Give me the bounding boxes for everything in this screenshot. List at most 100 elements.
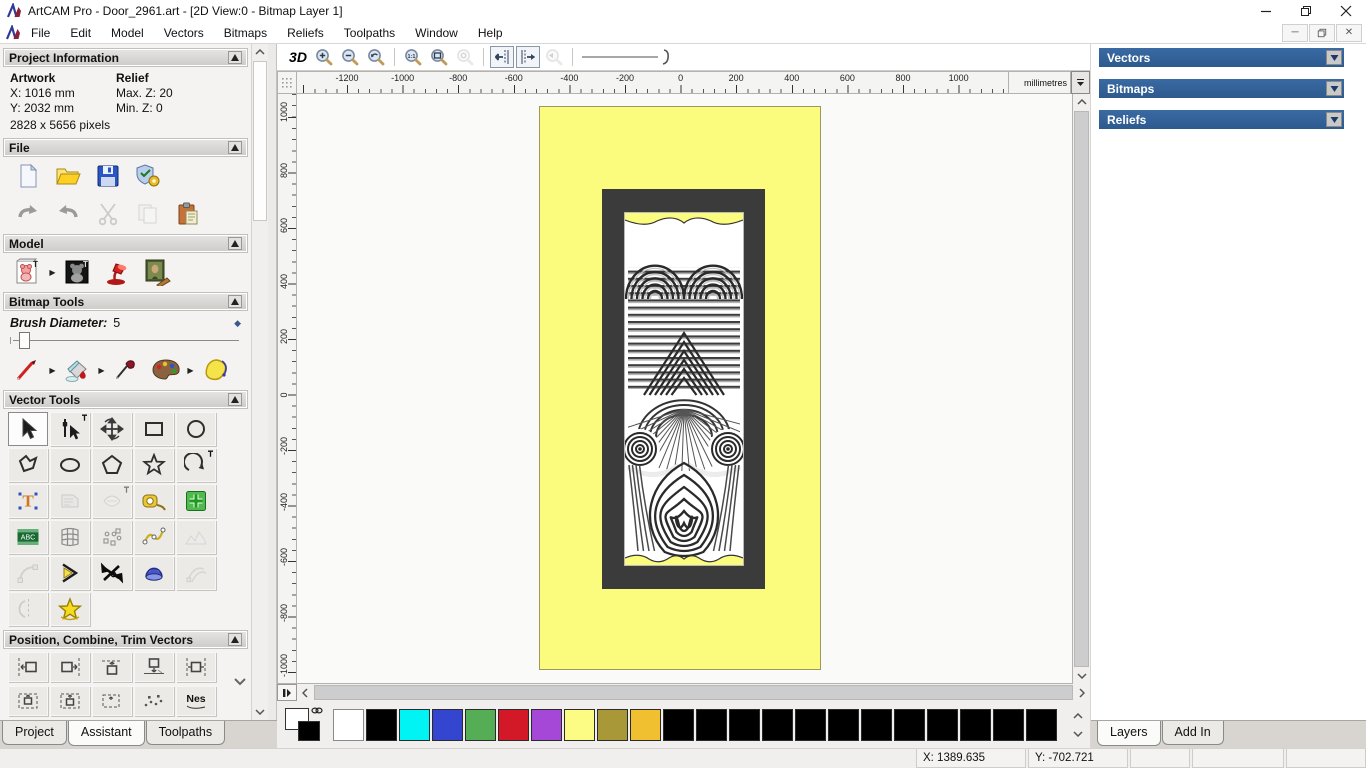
paste-centre-tool[interactable] <box>176 484 216 518</box>
menu-reliefs[interactable]: Reliefs <box>277 24 334 42</box>
align-right-edge-button[interactable] <box>50 652 90 682</box>
zoom-slider-button[interactable] <box>579 46 677 68</box>
colour-swatch[interactable] <box>333 708 364 741</box>
close-button[interactable] <box>1326 0 1366 22</box>
colour-swatch[interactable] <box>597 708 628 741</box>
load-bitmap-button[interactable] <box>137 256 177 288</box>
colour-swatch[interactable] <box>696 708 727 741</box>
create-text-tool[interactable]: T <box>8 484 48 518</box>
flyout-arrow-icon[interactable]: ▶ <box>48 366 57 375</box>
brush-diameter-slider[interactable] <box>2 330 249 350</box>
pan-right-button[interactable] <box>516 46 540 68</box>
scrollbar-thumb[interactable] <box>253 61 267 221</box>
tab-layers[interactable]: Layers <box>1097 721 1161 746</box>
redo-button[interactable] <box>48 198 88 230</box>
create-ellipse-tool[interactable] <box>50 448 90 482</box>
create-polyline-tool[interactable] <box>8 448 48 482</box>
create-star-tool[interactable] <box>134 448 174 482</box>
node-editing-tool[interactable] <box>50 412 90 446</box>
transform-vectors-tool[interactable] <box>92 412 132 446</box>
colour-swatch[interactable] <box>894 708 925 741</box>
scrollbar-thumb[interactable] <box>314 685 1073 700</box>
panel-splitter-button[interactable] <box>277 684 297 701</box>
align-bottom-edge-button[interactable] <box>134 652 174 682</box>
free-relief-tool[interactable] <box>176 520 216 554</box>
colour-swatch[interactable] <box>531 708 562 741</box>
create-rectangle-tool[interactable] <box>134 412 174 446</box>
paste-button[interactable] <box>168 198 208 230</box>
dropdown-arrow-button[interactable] <box>1326 112 1342 127</box>
flood-fill-button[interactable] <box>57 354 97 386</box>
text-on-curve-tool[interactable] <box>92 484 132 518</box>
menu-bitmaps[interactable]: Bitmaps <box>214 24 277 42</box>
create-arc-tool[interactable] <box>176 448 216 482</box>
panel-header-bitmaps[interactable]: Bitmaps <box>1099 79 1344 98</box>
colour-swatch[interactable] <box>729 708 760 741</box>
wrap-text-tool[interactable] <box>50 484 90 518</box>
tab-add-in[interactable]: Add In <box>1161 721 1224 745</box>
colour-swatch[interactable] <box>828 708 859 741</box>
minimize-button[interactable] <box>1246 0 1286 22</box>
align-left-edge-button[interactable] <box>8 652 48 682</box>
sketch-model-button[interactable]: T <box>8 256 48 288</box>
flyout-arrow-icon[interactable]: ▶ <box>48 268 57 277</box>
collapse-button[interactable] <box>228 141 242 154</box>
secondary-colour[interactable] <box>298 720 320 741</box>
menu-vectors[interactable]: Vectors <box>154 24 214 42</box>
scroll-left-button[interactable] <box>297 684 313 701</box>
zoom-previous-button[interactable] <box>364 46 388 68</box>
copy-button[interactable] <box>128 198 168 230</box>
colour-swatch[interactable] <box>663 708 694 741</box>
colour-swatch[interactable] <box>1026 708 1057 741</box>
colour-swatch[interactable] <box>762 708 793 741</box>
menu-window[interactable]: Window <box>405 24 468 42</box>
flood-fill-tolerance-button[interactable] <box>195 354 235 386</box>
colour-swatch[interactable] <box>861 708 892 741</box>
flyout-arrow-icon[interactable]: ▶ <box>186 366 195 375</box>
greyscale-preview-button[interactable]: T <box>57 256 97 288</box>
centre-in-page-button[interactable] <box>8 686 48 716</box>
scroll-down-button[interactable] <box>252 704 268 720</box>
link-colours-icon[interactable] <box>311 706 323 715</box>
create-circle-tool[interactable] <box>176 412 216 446</box>
fit-arcs-tool[interactable] <box>8 556 48 590</box>
menu-toolpaths[interactable]: Toolpaths <box>334 24 405 42</box>
colour-swatch[interactable] <box>795 708 826 741</box>
save-model-button[interactable] <box>88 160 128 192</box>
menu-edit[interactable]: Edit <box>60 24 101 42</box>
tab-toolpaths[interactable]: Toolpaths <box>145 721 226 745</box>
collapse-button[interactable] <box>228 237 242 250</box>
collapse-button[interactable] <box>228 633 242 646</box>
measure-tool[interactable] <box>134 484 174 518</box>
canvas-vertical-scrollbar[interactable] <box>1073 94 1090 684</box>
paste-along-curve-button[interactable] <box>92 686 132 716</box>
collapse-button[interactable] <box>228 51 242 64</box>
zoom-fit-button[interactable] <box>427 46 451 68</box>
mdi-minimize-button[interactable]: ─ <box>1282 23 1308 42</box>
panel-scroll-down-icon[interactable] <box>233 677 247 686</box>
scroll-up-button[interactable] <box>1073 94 1090 110</box>
tab-project[interactable]: Project <box>2 721 67 745</box>
cut-button[interactable] <box>88 198 128 230</box>
canvas-horizontal-scrollbar[interactable] <box>297 684 1090 701</box>
colour-swatch[interactable] <box>630 708 661 741</box>
zoom-in-button[interactable] <box>312 46 336 68</box>
pan-left-button[interactable] <box>490 46 514 68</box>
colour-swatch[interactable] <box>927 708 958 741</box>
menu-file[interactable]: File <box>21 24 60 42</box>
colour-swatch[interactable] <box>960 708 991 741</box>
left-panel-scrollbar[interactable] <box>251 44 268 720</box>
new-model-button[interactable] <box>8 160 48 192</box>
trim-vectors-tool[interactable] <box>92 556 132 590</box>
undo-button[interactable] <box>8 198 48 230</box>
align-centre-button[interactable] <box>50 686 90 716</box>
offset-vectors-tool[interactable] <box>50 592 90 626</box>
model-notes-button[interactable] <box>128 160 168 192</box>
open-model-button[interactable] <box>48 160 88 192</box>
mirror-vectors-tool[interactable] <box>8 592 48 626</box>
block-paste-tool[interactable] <box>92 520 132 554</box>
tab-assistant[interactable]: Assistant <box>67 721 145 746</box>
colour-swatch[interactable] <box>465 708 496 741</box>
dropdown-arrow-button[interactable] <box>1326 81 1342 96</box>
join-vectors-tool[interactable] <box>50 556 90 590</box>
